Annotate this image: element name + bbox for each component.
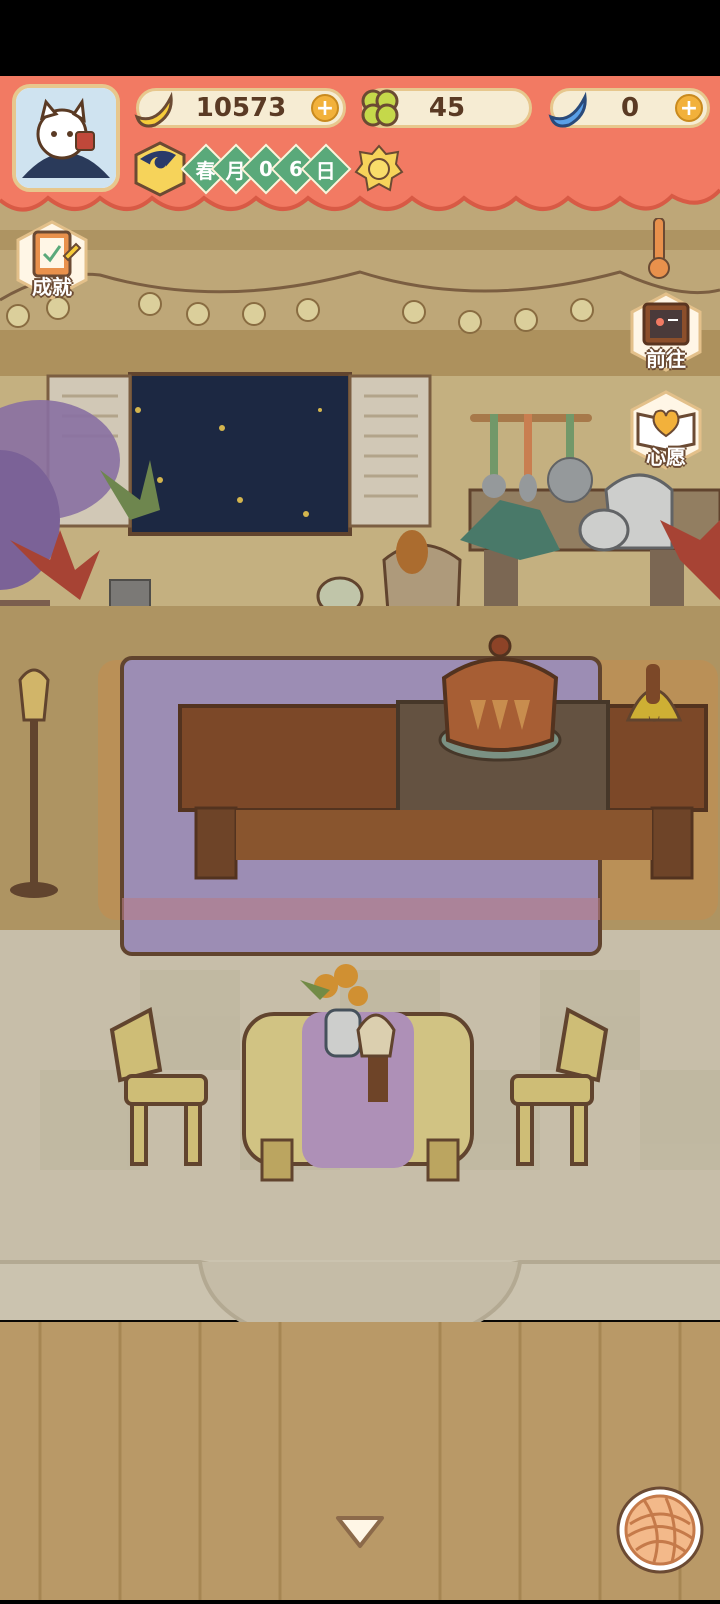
sun-weather-icon	[354, 144, 404, 192]
clover-value: 45	[428, 93, 466, 123]
wish-label: 心愿	[646, 445, 686, 469]
banana-icon	[134, 91, 173, 128]
collapse-arrow-icon[interactable]	[332, 1512, 388, 1552]
blue-banana-icon	[548, 91, 587, 128]
player-avatar[interactable]	[12, 84, 120, 192]
goto-button[interactable]: 前往	[624, 290, 708, 374]
blue-banana-counter: 0 +	[548, 88, 710, 128]
clover-icon	[361, 89, 399, 127]
banana-counter: 10573 +	[134, 88, 346, 128]
banana-value: 10573	[195, 93, 287, 123]
achievements-button[interactable]: 成就	[10, 218, 94, 302]
yarn-ball-icon[interactable]	[614, 1484, 706, 1576]
add-banana-button[interactable]: +	[311, 94, 339, 122]
pull-rope-icon[interactable]	[644, 218, 674, 280]
top-hud: 10573 + 45 0 + 春 月 0 6 日	[0, 76, 720, 226]
calendar-date: 春 月 0 6 日	[132, 141, 404, 197]
game-scene: ◡	[0, 0, 720, 1600]
clover-counter: 45	[361, 88, 532, 128]
goto-label: 前往	[646, 347, 686, 371]
cat-avatar-icon	[16, 88, 116, 188]
blue-banana-value: 0	[620, 93, 640, 123]
achievements-label: 成就	[32, 275, 72, 299]
room-background: ◡	[0, 0, 720, 1600]
add-blue-banana-button[interactable]: +	[675, 94, 703, 122]
date-day: 日	[300, 143, 352, 195]
wish-button[interactable]: 心愿	[624, 388, 708, 472]
